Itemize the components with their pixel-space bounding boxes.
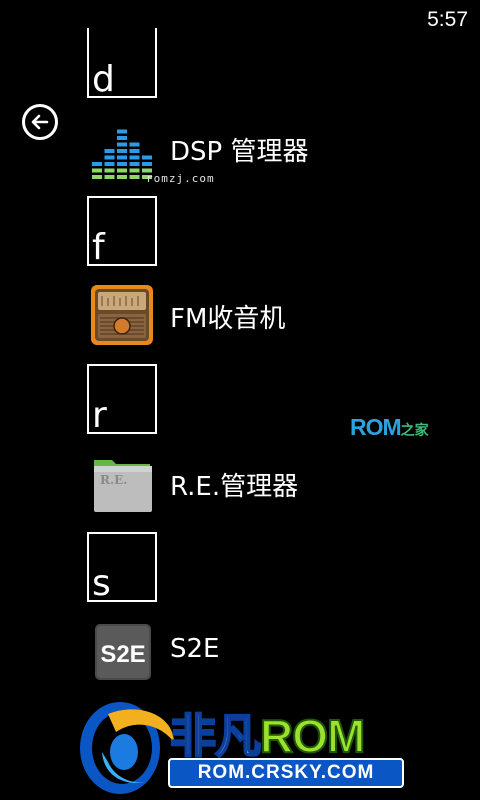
group-header-s[interactable]: s [87, 532, 157, 602]
watermark-rom-home: ROM之家 [350, 414, 429, 441]
group-header-letter: d [92, 59, 115, 100]
app-item-label: S2E [170, 634, 220, 664]
app-item-label: FM收音机 [170, 304, 286, 334]
folder-icon: R.E. [90, 452, 154, 516]
app-item-re-manager[interactable]: R.E. R.E.管理器 [90, 452, 470, 516]
radio-icon [90, 284, 154, 348]
watermark-crsky-logo: 非凡ROM ROM.CRSKY.COM [78, 692, 408, 800]
group-header-letter: r [92, 395, 107, 436]
arrow-left-icon [31, 114, 49, 130]
group-header-letter: s [92, 563, 111, 604]
watermark-logo-title: 非凡ROM [169, 709, 366, 763]
app-item-label: DSP 管理器 [170, 137, 309, 167]
status-bar-time: 5:57 [427, 8, 468, 31]
app-item-label: R.E.管理器 [170, 472, 299, 502]
group-header-letter: f [92, 227, 105, 268]
watermark-rom-text: ROM [350, 414, 402, 440]
group-header-r[interactable]: r [87, 364, 157, 434]
group-header-f[interactable]: f [87, 196, 157, 266]
svg-text:R.E.: R.E. [100, 473, 127, 487]
group-header-d[interactable]: d [87, 28, 157, 98]
watermark-romzj: romzj.com [146, 172, 215, 185]
back-button[interactable] [22, 104, 58, 140]
watermark-rom-subtext: 之家 [400, 422, 429, 438]
swoosh-logo-icon [80, 702, 174, 794]
watermark-logo-site: ROM.CRSKY.COM [168, 758, 404, 788]
svg-text:S2E: S2E [100, 641, 145, 668]
equalizer-icon [90, 117, 154, 181]
app-item-fm-radio[interactable]: FM收音机 [90, 284, 470, 348]
s2e-icon: S2E [90, 620, 154, 684]
app-item-s2e[interactable]: S2E S2E [90, 620, 470, 684]
